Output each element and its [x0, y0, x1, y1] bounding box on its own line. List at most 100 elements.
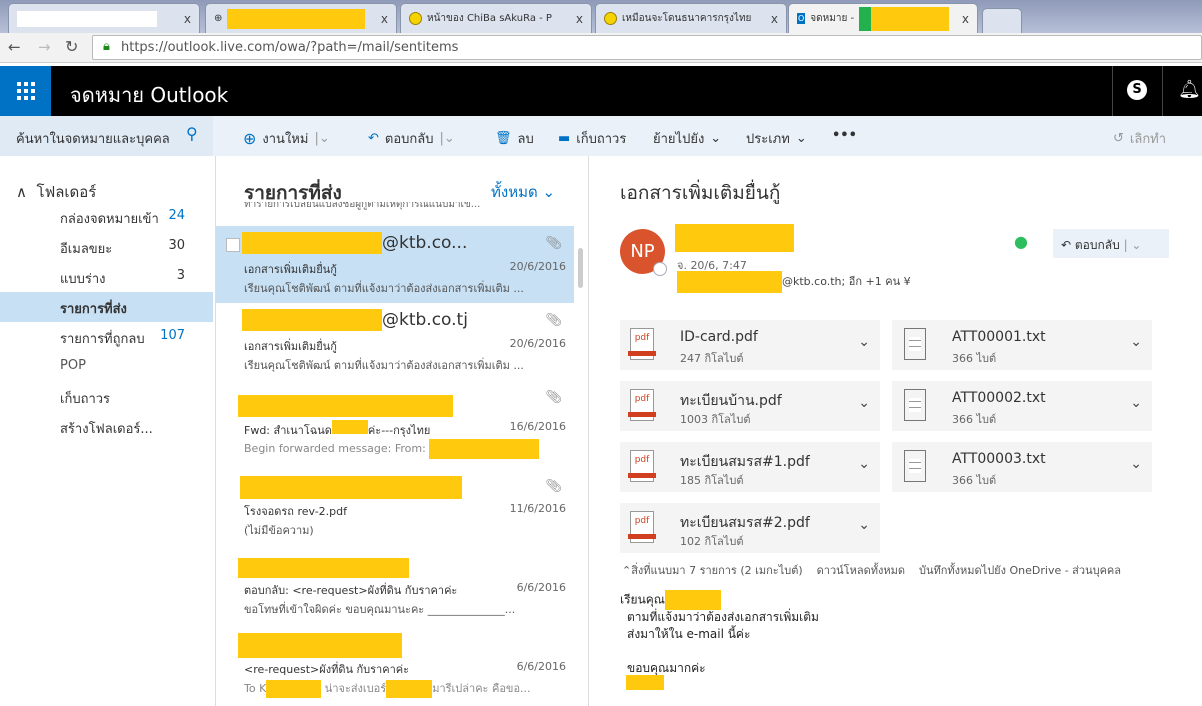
- redacted-text: [386, 680, 433, 698]
- delete-button[interactable]: 🗑︎ ลบ: [495, 128, 534, 149]
- close-tab-icon[interactable]: x: [962, 12, 969, 26]
- search-icon[interactable]: ⚲: [186, 124, 198, 143]
- item-date: 6/6/2016: [516, 581, 566, 594]
- folder-deleted[interactable]: รายการที่ถูกลบ 107: [0, 322, 213, 352]
- chevron-down-icon[interactable]: ⌄: [858, 456, 870, 472]
- folder-inbox[interactable]: กล่องจดหมายเข้า 24: [0, 202, 213, 232]
- item-subject-tail: ค่ะ---กรุงไทย: [367, 424, 431, 437]
- reply-button[interactable]: ↶ ตอบกลับ |⌄: [368, 128, 455, 149]
- message-item[interactable]: @ktb.co... 📎︎ เอกสารเพิ่มเติมยื่นกู้ 20/…: [216, 226, 574, 303]
- save-onedrive-link[interactable]: บันทึกทั้งหมดไปยัง OneDrive - ส่วนบุคคล: [919, 561, 1121, 579]
- item-subject: ตอบกลับ: <re-request>ผังที่ดิน กับราคาค่…: [244, 584, 458, 597]
- folder-junk[interactable]: อีเมลขยะ 30: [0, 232, 213, 262]
- attachment-card[interactable]: pdf ทะเบียนสมรส#2.pdf 102 กิโลไบต์ ⌄: [620, 503, 880, 553]
- filter-dropdown[interactable]: ทั้งหมด ⌄: [491, 180, 555, 204]
- paperclip-icon: 📎︎: [545, 390, 562, 405]
- attachment-card[interactable]: ATT00002.txt 366 ไบต์ ⌄: [892, 381, 1152, 431]
- app-launcher-icon[interactable]: [0, 66, 51, 116]
- message-item[interactable]: <re-request>ผังที่ดิน กับราคาค่ะ 6/6/201…: [216, 616, 574, 698]
- message-item[interactable]: 📎︎ โรงจอดรถ rev-2.pdf 11/6/2016 (ไม่มีข้…: [216, 457, 574, 537]
- download-all-link[interactable]: ดาวน์โหลดทั้งหมด: [817, 561, 905, 579]
- text-file-icon: [904, 450, 926, 482]
- message-subject: เอกสารเพิ่มเติมยื่นกู้: [620, 182, 781, 204]
- chevron-down-icon[interactable]: ⌄: [858, 334, 870, 350]
- folder-drafts[interactable]: แบบร่าง 3: [0, 262, 213, 292]
- chevron-down-icon[interactable]: ⌄: [1130, 395, 1142, 411]
- item-subject: Fwd: สำเนาโฉนด: [244, 424, 332, 437]
- close-tab-icon[interactable]: x: [771, 12, 778, 26]
- reload-icon[interactable]: ↻: [65, 37, 78, 56]
- expand-recipients-icon[interactable]: ¥: [904, 275, 911, 288]
- redacted-name: [238, 633, 402, 658]
- select-checkbox[interactable]: [226, 238, 240, 252]
- pdf-file-icon: pdf: [628, 328, 656, 360]
- undo-icon: ↺: [1113, 131, 1124, 146]
- folders-heading[interactable]: ∧ โฟลเดอร์: [16, 180, 96, 204]
- attachment-name: ID-card.pdf: [680, 329, 758, 345]
- scrollbar-thumb[interactable]: [578, 248, 583, 288]
- chevron-down-icon: ⌄: [710, 131, 722, 146]
- redacted-text: [429, 439, 540, 459]
- pdf-file-icon: pdf: [628, 389, 656, 421]
- reply-label: ตอบกลับ: [384, 132, 434, 147]
- move-button[interactable]: ย้ายไปยัง ⌄: [653, 128, 721, 149]
- scrollbar[interactable]: [574, 208, 588, 706]
- attachment-card[interactable]: ATT00003.txt 366 ไบต์ ⌄: [892, 442, 1152, 492]
- new-button[interactable]: ⊕ งานใหม่ |⌄: [243, 128, 330, 149]
- search-placeholder: ค้นหาในจดหมายและบุคคล: [16, 132, 170, 147]
- redacted-name: [240, 476, 462, 499]
- message-item[interactable]: @ktb.co.tj 📎︎ เอกสารเพิ่มเติมยื่นกู้ 20/…: [216, 303, 574, 380]
- back-icon[interactable]: ←: [8, 38, 21, 56]
- browser-tab[interactable]: เหมือนจะโดนธนาคารกรุงไทย x: [595, 3, 787, 33]
- reply-icon: ↶: [368, 131, 379, 146]
- item-date: 11/6/2016: [509, 502, 566, 515]
- pdf-file-icon: pdf: [628, 511, 656, 543]
- forward-icon[interactable]: →: [38, 38, 51, 56]
- chevron-down-icon[interactable]: ⌄: [1130, 456, 1142, 472]
- message-item[interactable]: 📎︎ Fwd: สำเนาโฉนด ค่ะ---กรุงไทย 16/6/2016…: [216, 380, 574, 459]
- chevron-down-icon[interactable]: |⌄: [440, 131, 455, 146]
- more-button[interactable]: •••: [832, 128, 857, 143]
- chevron-down-icon[interactable]: ⌄: [858, 517, 870, 533]
- attachment-card[interactable]: pdf ทะเบียนสมรส#1.pdf 185 กิโลไบต์ ⌄: [620, 442, 880, 492]
- search-box[interactable]: ค้นหาในจดหมายและบุคคล ⚲: [0, 116, 213, 156]
- chevron-down-icon[interactable]: ⌄: [858, 395, 870, 411]
- attachment-size: 1003 กิโลไบต์: [680, 413, 751, 426]
- chevron-down-icon[interactable]: | ⌄: [1124, 238, 1142, 252]
- folder-count: 3: [176, 268, 185, 283]
- attachment-card[interactable]: pdf ID-card.pdf 247 กิโลไบต์ ⌄: [620, 320, 880, 370]
- create-folder[interactable]: สร้างโฟลเดอร์...: [0, 412, 213, 442]
- browser-tab[interactable]: x: [8, 3, 200, 33]
- skype-icon[interactable]: S: [1127, 80, 1147, 100]
- new-tab-button[interactable]: [982, 8, 1022, 33]
- folder-count: 30: [168, 238, 185, 253]
- archive-button[interactable]: ▬ เก็บถาวร: [558, 128, 626, 149]
- item-preview-2: น่าจะส่งเบอร์: [324, 682, 387, 695]
- undo-button[interactable]: ↺ เลิกทำ: [1113, 128, 1166, 149]
- text-file-icon: [904, 389, 926, 421]
- close-tab-icon[interactable]: x: [576, 12, 583, 26]
- folder-sent[interactable]: รายการที่ส่ง: [0, 292, 213, 322]
- folder-pop[interactable]: POP: [0, 352, 213, 382]
- chevron-down-icon[interactable]: |⌄: [314, 131, 329, 146]
- browser-tab[interactable]: หน้าของ ChiBa sAkuRa - P x: [400, 3, 592, 33]
- chevron-down-icon[interactable]: ⌄: [1130, 334, 1142, 350]
- browser-tab-active[interactable]: O จดหมาย - x: [788, 3, 978, 33]
- evernote-icon[interactable]: ●: [1014, 232, 1028, 251]
- message-item[interactable]: ตอบกลับ: <re-request>ผังที่ดิน กับราคาค่…: [216, 536, 574, 616]
- close-tab-icon[interactable]: x: [381, 12, 388, 26]
- close-tab-icon[interactable]: x: [184, 12, 191, 26]
- attachment-card[interactable]: pdf ทะเบียนบ้าน.pdf 1003 กิโลไบต์ ⌄: [620, 381, 880, 431]
- attachment-card[interactable]: ATT00001.txt 366 ไบต์ ⌄: [892, 320, 1152, 370]
- undo-label: เลิกทำ: [1129, 132, 1167, 147]
- bell-icon[interactable]: 🔔︎: [1178, 79, 1201, 100]
- reply-button[interactable]: ↶ ตอบกลับ | ⌄: [1053, 229, 1169, 258]
- folder-archive[interactable]: เก็บถาวร: [0, 382, 213, 412]
- category-button[interactable]: ประเภท ⌄: [746, 128, 807, 149]
- url-field[interactable]: 🔒︎ https://outlook.live.com/owa/?path=/ma…: [92, 35, 1202, 60]
- browser-tab[interactable]: ⊕ x: [205, 3, 397, 33]
- redacted-title: [859, 6, 950, 31]
- collapse-attachments-button[interactable]: ⌃สิ่งที่แนบมา 7 รายการ (2 เมกะไบต์): [622, 561, 803, 579]
- presence-icon: [653, 262, 667, 276]
- item-date: 6/6/2016: [516, 660, 566, 673]
